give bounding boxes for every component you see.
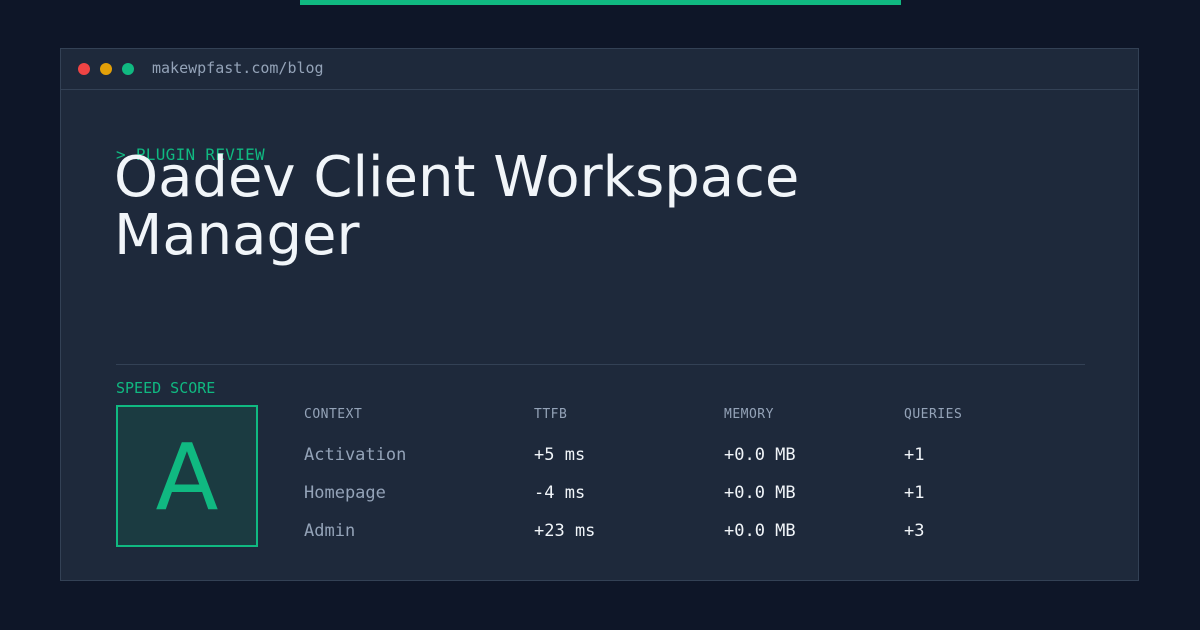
close-window-dot-icon[interactable] xyxy=(78,63,90,75)
column-header-queries: QUERIES xyxy=(904,407,963,422)
column-header-context: CONTEXT xyxy=(304,407,363,422)
maximize-window-dot-icon[interactable] xyxy=(122,63,134,75)
url-bar[interactable]: makewpfast.com/blog xyxy=(152,59,324,77)
post-title: Oadev Client Workspace Manager xyxy=(114,145,800,268)
table-cell-memory: +0.0 MB xyxy=(724,445,796,465)
table-cell-queries: +3 xyxy=(904,521,925,541)
table-cell-ttfb: -4 ms xyxy=(534,483,586,503)
speed-grade-badge: A xyxy=(116,405,258,547)
table-cell-memory: +0.0 MB xyxy=(724,521,796,541)
table-cell-ttfb: +5 ms xyxy=(534,445,586,465)
window-titlebar: makewpfast.com/blog xyxy=(61,49,1138,90)
table-cell-context: Activation xyxy=(304,445,407,465)
table-cell-ttfb: +23 ms xyxy=(534,521,596,541)
table-cell-queries: +1 xyxy=(904,483,925,503)
column-header-memory: MEMORY xyxy=(724,407,774,422)
browser-window: makewpfast.com/blog > PLUGIN REVIEW Oade… xyxy=(60,48,1139,581)
column-header-ttfb: TTFB xyxy=(534,407,568,422)
section-divider xyxy=(116,364,1085,365)
table-cell-queries: +1 xyxy=(904,445,925,465)
minimize-window-dot-icon[interactable] xyxy=(100,63,112,75)
top-accent-bar xyxy=(300,0,901,5)
speed-grade: A xyxy=(155,424,219,531)
table-cell-memory: +0.0 MB xyxy=(724,483,796,503)
table-cell-context: Admin xyxy=(304,521,356,541)
speed-score-label: SPEED SCORE xyxy=(116,379,216,397)
table-cell-context: Homepage xyxy=(304,483,386,503)
